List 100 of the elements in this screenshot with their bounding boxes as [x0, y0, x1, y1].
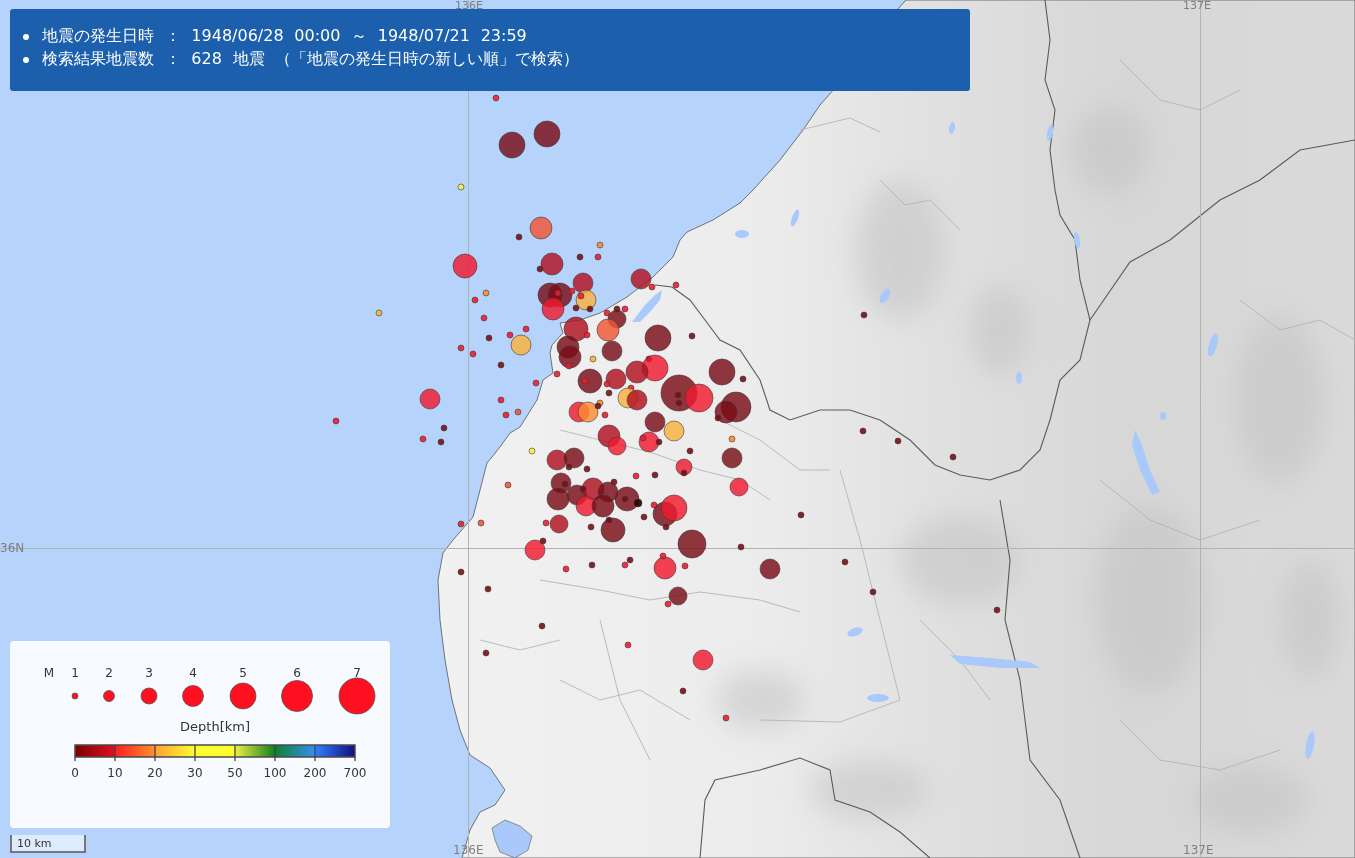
earthquake-marker	[722, 714, 730, 722]
earthquake-marker	[949, 453, 957, 461]
lake	[1046, 125, 1054, 141]
depth-tick-label: 20	[147, 766, 163, 780]
lake	[879, 288, 891, 304]
earthquake-marker	[419, 388, 441, 410]
lake	[1073, 232, 1081, 248]
depth-tick-label: 0	[71, 766, 79, 780]
earthquake-marker	[587, 523, 595, 531]
earthquake-marker	[729, 477, 749, 497]
earthquake-marker	[681, 562, 689, 570]
earthquake-marker	[457, 568, 465, 576]
magnitude-circle-icon	[338, 677, 376, 715]
magnitude-label: 1	[71, 666, 79, 680]
earthquake-marker	[538, 622, 546, 630]
magnitude-label: 5	[239, 666, 247, 680]
earthquake-marker	[477, 519, 485, 527]
earthquake-marker	[457, 520, 465, 528]
earthquake-marker	[492, 94, 500, 102]
earthquake-marker	[589, 355, 597, 363]
earthquake-marker	[692, 649, 714, 671]
earthquake-marker	[457, 183, 465, 191]
earthquake-marker	[575, 495, 597, 517]
earthquake-marker	[484, 585, 492, 593]
earthquake-marker	[739, 375, 747, 383]
earthquake-marker	[624, 641, 632, 649]
earthquake-marker	[594, 253, 602, 261]
earthquake-marker	[601, 340, 623, 362]
magnitude-circle-icon	[281, 680, 313, 712]
magnitude-circle-icon	[71, 692, 79, 700]
earthquake-marker	[332, 417, 340, 425]
magnitude-title: M	[43, 666, 55, 680]
earthquake-marker	[993, 606, 1001, 614]
lake	[790, 209, 800, 227]
magnitude-label: 2	[105, 666, 113, 680]
lake	[867, 694, 889, 702]
earthquake-marker	[797, 511, 805, 519]
lake	[1208, 333, 1218, 357]
earthquake-marker	[533, 120, 561, 148]
earthquake-marker	[859, 427, 867, 435]
earthquake-marker	[588, 561, 596, 569]
earthquake-marker	[515, 233, 523, 241]
longitude-label: 137E	[1183, 0, 1211, 11]
earthquake-marker	[841, 558, 849, 566]
earthquake-marker	[644, 324, 672, 352]
lake	[847, 627, 863, 637]
earthquake-marker	[860, 311, 868, 319]
magnitude-circle-icon	[103, 690, 115, 702]
bullet-icon	[23, 33, 29, 40]
lake	[1132, 430, 1160, 495]
earthquake-marker	[894, 437, 902, 445]
lake	[735, 230, 749, 238]
depth-title: Depth[km]	[180, 719, 250, 734]
earthquake-marker	[480, 314, 488, 322]
earthquake-marker	[485, 334, 493, 342]
earthquake-marker	[504, 481, 512, 489]
earthquake-marker	[514, 408, 522, 416]
earthquake-marker	[452, 253, 478, 279]
lake	[632, 290, 662, 322]
earthquake-marker	[686, 447, 694, 455]
earthquake-marker	[607, 436, 627, 456]
magnitude-label: 3	[145, 666, 153, 680]
earthquake-marker	[576, 253, 584, 261]
depth-tick-label: 50	[227, 766, 243, 780]
earthquake-marker	[677, 529, 707, 559]
earthquake-marker	[737, 543, 745, 551]
earthquake-marker	[482, 289, 490, 297]
earthquake-marker	[728, 435, 736, 443]
earthquake-marker	[457, 344, 465, 352]
depth-tick-label: 700	[343, 766, 367, 780]
earthquake-marker	[596, 241, 604, 249]
magnitude-circle-icon	[229, 682, 257, 710]
earthquake-marker	[759, 558, 781, 580]
depth-tick-label: 10	[107, 766, 123, 780]
earthquake-marker	[497, 361, 505, 369]
earthquake-marker	[497, 396, 505, 404]
longitude-label: 137E	[1183, 844, 1214, 856]
earthquake-marker	[471, 296, 479, 304]
earthquake-marker	[679, 687, 687, 695]
magnitude-label: 4	[189, 666, 197, 680]
earthquake-marker	[869, 588, 877, 596]
info-text: 検索結果地震数 ： 628 地震 （「地震の発生日時の新しい順」で検索）	[42, 49, 580, 70]
earthquake-marker	[375, 309, 383, 317]
earthquake-marker	[419, 435, 427, 443]
earthquake-marker	[498, 131, 526, 159]
depth-tick-label: 30	[187, 766, 203, 780]
magnitude-label: 7	[353, 666, 361, 680]
lake	[948, 122, 956, 134]
earthquake-marker	[440, 424, 448, 432]
scale-bar: 10 km	[10, 835, 86, 853]
lake	[1305, 731, 1315, 759]
info-text: 地震の発生日時 ： 1948/06/28 00:00 ～ 1948/07/21 23:59	[42, 26, 527, 47]
earthquake-marker	[502, 411, 510, 419]
earthquake-marker	[688, 332, 696, 340]
depth-tick-label: 200	[303, 766, 327, 780]
magnitude-circle-icon	[182, 685, 204, 707]
earthquake-marker	[532, 379, 540, 387]
earthquake-marker	[632, 472, 640, 480]
lake	[1016, 372, 1022, 384]
depth-tick-label: 100	[263, 766, 287, 780]
